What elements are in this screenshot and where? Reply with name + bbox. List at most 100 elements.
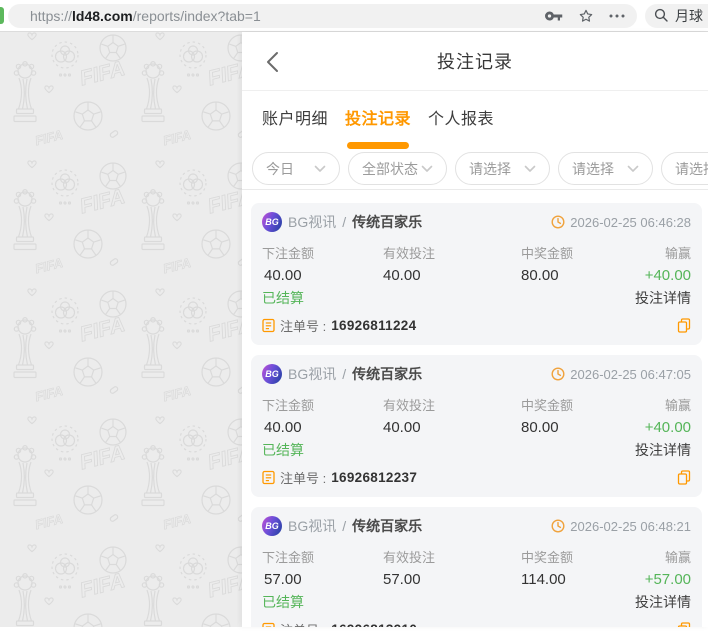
- tab-account-details[interactable]: 账户明细: [262, 105, 328, 152]
- label-win-loss: 输赢: [664, 550, 691, 565]
- bet-details-link[interactable]: 投注详情: [635, 592, 691, 612]
- label-bet-amount: 下注金额: [262, 550, 315, 565]
- chevron-down-icon: [314, 165, 326, 172]
- background-watermark: FIFA FIFA: [0, 32, 242, 627]
- chevron-down-icon: [627, 165, 639, 172]
- filter-label: 今日: [266, 160, 294, 177]
- bet-amount-value: 40.00: [264, 267, 302, 284]
- bet-amount-value: 40.00: [264, 419, 302, 436]
- separator: /: [342, 214, 347, 230]
- status-badge: 已结算: [262, 442, 304, 458]
- back-button[interactable]: [266, 51, 282, 73]
- label-win-loss: 输赢: [664, 398, 691, 413]
- address-bar[interactable]: https://ld48.com/reports/index?tab=1: [8, 4, 637, 28]
- provider-logo: BG: [262, 212, 282, 232]
- url-text[interactable]: https://ld48.com/reports/index?tab=1: [30, 8, 545, 24]
- label-valid-bet: 有效投注: [383, 550, 436, 565]
- status-badge: 已结算: [262, 594, 304, 610]
- clock-icon: [551, 519, 565, 533]
- label-bet-amount: 下注金额: [262, 398, 315, 413]
- more-options-icon[interactable]: [609, 13, 625, 19]
- copy-icon[interactable]: [677, 622, 691, 627]
- filter-label: 请选择: [572, 160, 614, 177]
- win-loss-value: +57.00: [644, 571, 691, 588]
- separator: /: [342, 518, 347, 534]
- url-scheme: https://: [30, 8, 73, 24]
- bet-record-card: BG BG视讯 / 传统百家乐 2026-02-25 06:46:28 下注金额…: [251, 203, 702, 345]
- win-loss-value: +40.00: [644, 419, 691, 436]
- game-name: 传统百家乐: [352, 214, 423, 230]
- label-win-amount: 中奖金额: [521, 398, 574, 413]
- bet-time: 2026-02-25 06:48:21: [570, 518, 691, 534]
- game-name: 传统百家乐: [352, 518, 423, 534]
- main-panel: 投注记录 账户明细 投注记录 个人报表 今日 全部状态 请选择 请选择 请选 B…: [242, 32, 708, 627]
- provider-name: BG视讯: [288, 214, 337, 230]
- provider-logo: BG: [262, 516, 282, 536]
- status-badge: 已结算: [262, 290, 304, 306]
- filter-status-dropdown[interactable]: 全部状态: [348, 152, 447, 185]
- browser-search-widget[interactable]: 月球: [645, 4, 708, 28]
- copy-icon[interactable]: [677, 470, 691, 485]
- bookmark-star-icon[interactable]: [578, 8, 594, 24]
- column-labels: 下注金额 有效投注 中奖金额 输赢: [262, 243, 691, 262]
- game-name: 传统百家乐: [352, 366, 423, 382]
- valid-bet-value: 57.00: [383, 571, 421, 588]
- valid-bet-value: 40.00: [383, 419, 421, 436]
- filter-bar: 今日 全部状态 请选择 请选择 请选择: [242, 152, 708, 190]
- fifa-pattern-graphic: FIFA FIFA: [0, 32, 242, 627]
- card-header: BG BG视讯 / 传统百家乐 2026-02-25 06:47:05: [262, 364, 691, 384]
- tab-bet-records[interactable]: 投注记录: [345, 105, 411, 152]
- url-path: /reports/index?tab=1: [132, 8, 261, 24]
- chevron-down-icon: [421, 165, 433, 172]
- search-icon: [654, 8, 668, 25]
- page-title: 投注记录: [437, 52, 513, 72]
- label-valid-bet: 有效投注: [383, 246, 436, 261]
- url-host: ld48.com: [72, 8, 133, 24]
- bet-time: 2026-02-25 06:46:28: [570, 214, 691, 230]
- valid-bet-value: 40.00: [383, 267, 421, 284]
- label-bet-amount: 下注金额: [262, 246, 315, 261]
- filter-select-dropdown-3[interactable]: 请选择: [661, 152, 708, 185]
- win-loss-value: +40.00: [644, 267, 691, 284]
- order-label: 注单号 :: [280, 471, 327, 486]
- tab-label: 账户明细: [262, 111, 329, 128]
- browser-edge-fragment: [0, 7, 4, 24]
- label-win-amount: 中奖金额: [521, 550, 574, 565]
- bet-details-link[interactable]: 投注详情: [635, 440, 691, 460]
- browser-toolbar: https://ld48.com/reports/index?tab=1 月球: [0, 0, 708, 32]
- filter-select-dropdown-1[interactable]: 请选择: [455, 152, 550, 185]
- column-values: 40.00 40.00 80.00 +40.00: [262, 267, 691, 284]
- column-labels: 下注金额 有效投注 中奖金额 输赢: [262, 395, 691, 414]
- page-header: 投注记录: [242, 32, 708, 91]
- order-number: 16926812237: [331, 470, 418, 485]
- win-amount-value: 80.00: [521, 419, 559, 436]
- order-label: 注单号 :: [280, 620, 326, 627]
- filter-select-dropdown-2[interactable]: 请选择: [558, 152, 653, 185]
- chevron-down-icon: [524, 165, 536, 172]
- filter-label: 请选择: [675, 160, 708, 177]
- order-note-icon: [262, 470, 275, 485]
- copy-icon[interactable]: [677, 318, 691, 333]
- tab-label: 投注记录: [345, 111, 412, 128]
- active-tab-indicator: [347, 142, 410, 149]
- bet-time: 2026-02-25 06:47:05: [570, 366, 691, 382]
- password-key-icon[interactable]: [545, 9, 563, 23]
- label-win-amount: 中奖金额: [521, 246, 574, 261]
- tab-bar: 账户明细 投注记录 个人报表: [242, 91, 708, 152]
- tab-label: 个人报表: [428, 111, 495, 128]
- filter-date-dropdown[interactable]: 今日: [252, 152, 340, 185]
- clock-icon: [551, 215, 565, 229]
- card-header: BG BG视讯 / 传统百家乐 2026-02-25 06:46:28: [262, 212, 691, 232]
- separator: /: [342, 366, 347, 382]
- bet-details-link[interactable]: 投注详情: [635, 288, 691, 308]
- provider-name: BG视讯: [288, 518, 337, 534]
- tab-personal-report[interactable]: 个人报表: [428, 105, 494, 152]
- win-amount-value: 114.00: [521, 571, 566, 588]
- label-valid-bet: 有效投注: [383, 398, 436, 413]
- order-number: 16926811224: [331, 318, 417, 333]
- clock-icon: [551, 367, 565, 381]
- app-viewport: FIFA FIFA 投注记录 账户明细 投注记录: [0, 32, 708, 627]
- filter-label: 全部状态: [362, 160, 418, 177]
- search-widget-text: 月球: [675, 8, 703, 24]
- label-win-loss: 输赢: [664, 246, 691, 261]
